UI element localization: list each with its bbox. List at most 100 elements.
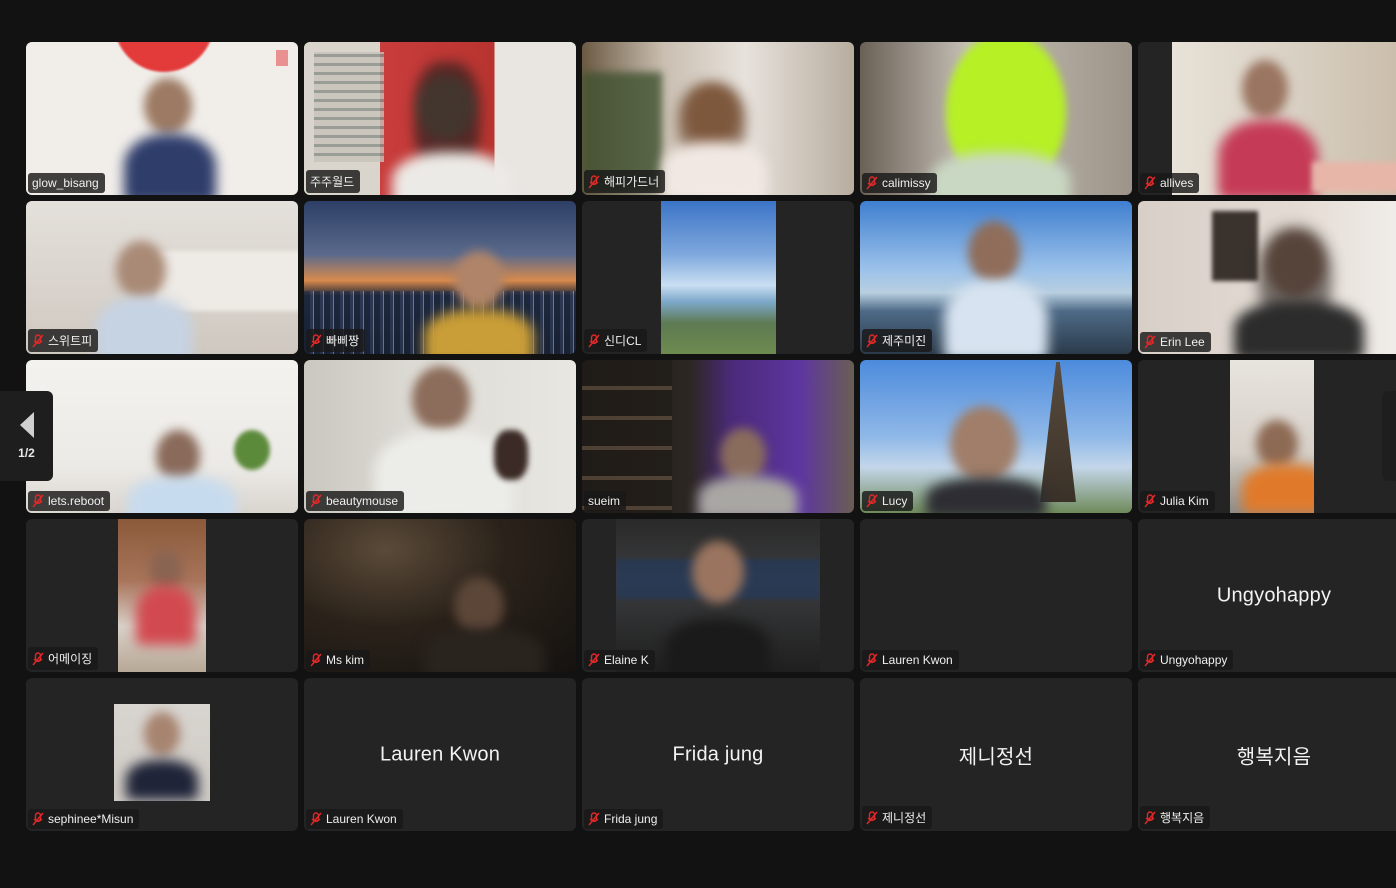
participant-tile-video-off[interactable]: Lauren Kwon Lauren Kwon: [304, 678, 576, 831]
participant-tile-video-off[interactable]: Ungyohappy Ungyohappy: [1138, 519, 1396, 672]
participant-nametag: Lauren Kwon: [862, 650, 959, 670]
mic-muted-icon: [1144, 653, 1156, 667]
participant-tile[interactable]: glow_bisang: [26, 42, 298, 195]
participant-video: [1230, 360, 1314, 513]
mic-muted-icon: [1144, 810, 1156, 824]
mic-muted-icon: [588, 174, 600, 188]
mic-muted-icon: [866, 494, 878, 508]
participant-nametag: Erin Lee: [1140, 332, 1211, 352]
next-page-button[interactable]: [1382, 391, 1396, 481]
participant-tile[interactable]: 신디CL: [582, 201, 854, 354]
participant-name: beautymouse: [326, 494, 399, 508]
participant-nametag: 해피가드너: [584, 170, 666, 193]
participant-nametag: Ms kim: [306, 650, 370, 670]
participant-display-name: Frida jung: [672, 743, 764, 765]
participant-tile[interactable]: beautymouse: [304, 360, 576, 513]
participant-tile-active-speaker[interactable]: 주주월드: [304, 42, 576, 195]
participant-tile[interactable]: Lucy: [860, 360, 1132, 513]
participant-name: 신디CL: [604, 334, 642, 348]
participant-tile[interactable]: Erin Lee: [1138, 201, 1396, 354]
participant-nametag: Elaine K: [584, 650, 655, 670]
participant-nametag: beautymouse: [306, 491, 405, 511]
participant-tile-video-off[interactable]: 행복지음 행복지음: [1138, 678, 1396, 831]
participant-name: sueim: [588, 494, 621, 508]
participant-name: calimissy: [882, 176, 931, 190]
previous-page-button[interactable]: 1/2: [0, 391, 53, 481]
mic-muted-icon: [866, 176, 878, 190]
participant-name: Lauren Kwon: [326, 812, 397, 826]
participant-tile[interactable]: sueim: [582, 360, 854, 513]
participant-tile[interactable]: Elaine K: [582, 519, 854, 672]
participant-tile-video-off[interactable]: Lauren Kwon: [860, 519, 1132, 672]
participant-nametag: 빠삐짱: [306, 329, 366, 352]
participant-name: 어메이징: [48, 652, 93, 666]
mic-muted-icon: [588, 333, 600, 347]
participant-video: [118, 519, 206, 672]
mic-muted-icon: [310, 333, 322, 347]
participant-name: Ms kim: [326, 653, 364, 667]
participant-tile[interactable]: 제주미진: [860, 201, 1132, 354]
participant-name: 스위트피: [48, 334, 93, 348]
participant-nametag: 주주월드: [306, 170, 361, 193]
participant-name: 빠삐짱: [326, 334, 360, 348]
participant-nametag: sueim: [584, 491, 627, 511]
participant-name: Lauren Kwon: [882, 653, 953, 667]
mic-muted-icon: [866, 333, 878, 347]
mic-muted-icon: [310, 494, 322, 508]
participant-name: Ungyohappy: [1160, 653, 1228, 667]
page-indicator: 1/2: [18, 446, 35, 460]
mic-muted-icon: [1144, 335, 1156, 349]
participant-display-name: Ungyohappy: [1216, 584, 1332, 606]
participant-name: 해피가드너: [604, 175, 660, 189]
participant-name: Lucy: [882, 494, 908, 508]
mic-muted-icon: [32, 812, 44, 826]
mic-muted-icon: [1144, 176, 1156, 190]
participant-nametag: sephinee*Misun: [28, 809, 140, 829]
participant-name: Frida jung: [604, 812, 658, 826]
participant-display-name: 제니정선: [958, 746, 1034, 768]
participant-name: Julia Kim: [1160, 494, 1209, 508]
mic-muted-icon: [588, 653, 600, 667]
participant-video: [114, 704, 210, 801]
chevron-left-icon: [19, 412, 34, 438]
participant-nametag: calimissy: [862, 173, 937, 193]
participant-nametag: allives: [1140, 173, 1200, 193]
participant-nametag: Lauren Kwon: [306, 809, 403, 829]
participant-nametag: lets.reboot: [28, 491, 111, 511]
participant-display-name: Lauren Kwon: [379, 743, 501, 765]
participant-tile[interactable]: 어메이징: [26, 519, 298, 672]
mic-muted-icon: [866, 810, 878, 824]
participant-name: sephinee*Misun: [48, 812, 134, 826]
participant-video: [661, 201, 776, 354]
participant-tile[interactable]: calimissy: [860, 42, 1132, 195]
participant-nametag: Frida jung: [584, 809, 664, 829]
participant-tile-video-off[interactable]: Frida jung Frida jung: [582, 678, 854, 831]
participant-name: glow_bisang: [32, 176, 99, 190]
participant-name: Erin Lee: [1160, 335, 1205, 349]
mic-muted-icon: [866, 653, 878, 667]
participant-tile-video-off[interactable]: 제니정선 제니정선: [860, 678, 1132, 831]
participant-tile[interactable]: 빠삐짱: [304, 201, 576, 354]
participant-nametag: Lucy: [862, 491, 914, 511]
participant-name: Elaine K: [604, 653, 649, 667]
mic-muted-icon: [310, 812, 322, 826]
participant-tile[interactable]: allives: [1138, 42, 1396, 195]
participant-tile[interactable]: 스위트피: [26, 201, 298, 354]
participant-tile[interactable]: 해피가드너: [582, 42, 854, 195]
video-gallery: glow_bisang 주주월드 해피가드너 calimissy allives…: [26, 42, 1396, 831]
participant-nametag: 제주미진: [862, 329, 933, 352]
participant-tile[interactable]: Ms kim: [304, 519, 576, 672]
participant-nametag: 스위트피: [28, 329, 99, 352]
participant-nametag: glow_bisang: [28, 173, 105, 193]
participant-nametag: Ungyohappy: [1140, 650, 1234, 670]
participant-tile[interactable]: lets.reboot: [26, 360, 298, 513]
participant-name: allives: [1160, 176, 1194, 190]
mic-muted-icon: [32, 494, 44, 508]
participant-nametag: 어메이징: [28, 647, 99, 670]
participant-name: 제니정선: [882, 811, 927, 825]
participant-tile[interactable]: Julia Kim: [1138, 360, 1396, 513]
participant-name: 제주미진: [882, 334, 927, 348]
mic-muted-icon: [32, 333, 44, 347]
participant-nametag: 행복지음: [1140, 806, 1211, 829]
participant-tile[interactable]: sephinee*Misun: [26, 678, 298, 831]
